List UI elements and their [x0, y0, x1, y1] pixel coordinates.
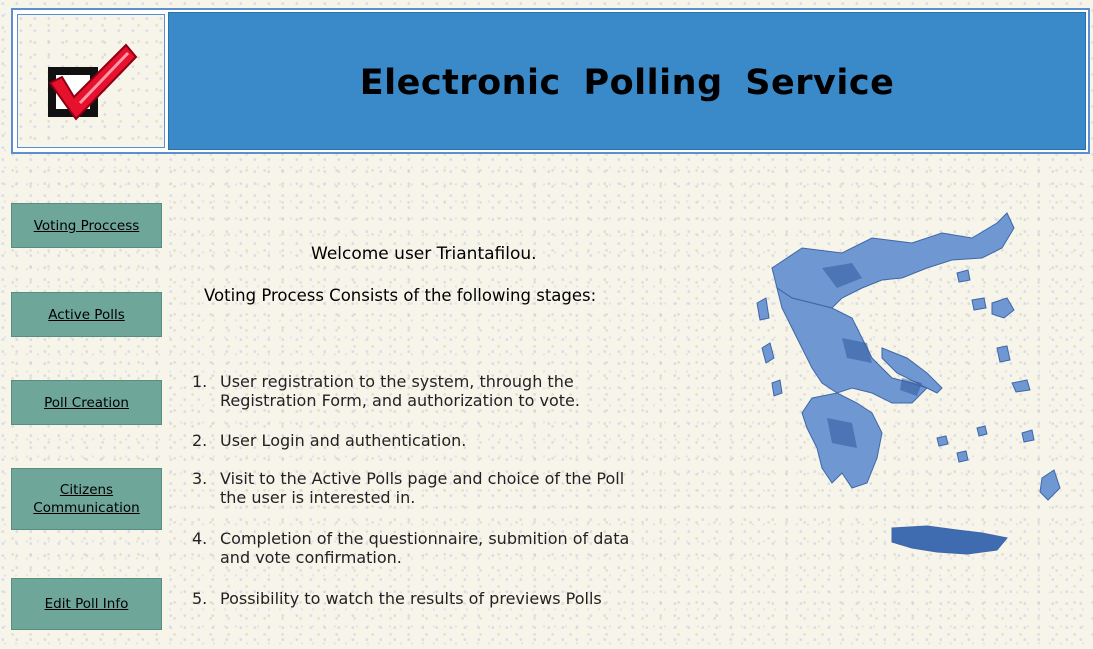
map-dodecanese [1021, 429, 1035, 443]
map-cyclades-3 [976, 425, 988, 437]
greece-map [756, 212, 1061, 555]
stage-item: 4. Completion of the questionnaire, submi… [192, 529, 732, 567]
nav-edit-poll-info-label: Edit Poll Info [44, 596, 129, 612]
nav-voting-process[interactable]: Voting Proccess [11, 203, 162, 248]
stage-item: 1. User registration to the system, throu… [192, 372, 732, 410]
stages-heading: Voting Process Consists of the following… [204, 286, 597, 305]
checkbox-checkmark-icon [48, 43, 138, 121]
nav-citizens-communication-label-2: Communication [33, 500, 140, 516]
stage-item: 2. User Login and authentication. [192, 431, 732, 450]
nav-active-polls[interactable]: Active Polls [11, 292, 162, 337]
nav-poll-creation[interactable]: Poll Creation [11, 380, 162, 425]
stage-number: 2. [192, 431, 208, 450]
stage-text-line1: User registration to the system, through… [220, 372, 574, 391]
map-chios [996, 345, 1011, 363]
map-cyclades-2 [956, 450, 969, 463]
stage-number: 3. [192, 469, 208, 488]
nav-citizens-communication[interactable]: Citizens Communication [11, 468, 162, 530]
stage-number: 4. [192, 529, 208, 548]
page-title: Electronic Polling Service [359, 63, 895, 103]
map-limnos [971, 297, 987, 311]
nav-voting-process-label: Voting Proccess [33, 217, 140, 234]
stage-text-line2: the user is interested in. [220, 488, 416, 507]
map-cyclades-1 [936, 435, 949, 447]
welcome-message: Welcome user Triantafilou. [311, 244, 537, 264]
stage-text-line2: Registration Form, and authorization to … [220, 391, 580, 410]
map-ionian-1 [761, 342, 775, 364]
nav-edit-poll-info[interactable]: Edit Poll Info [11, 578, 162, 630]
header-banner: Electronic Polling Service [11, 8, 1090, 154]
stage-text-line1: User Login and authentication. [220, 431, 467, 450]
nav-active-polls-label: Active Polls [48, 306, 125, 323]
map-lesbos [991, 297, 1015, 319]
map-ionian-2 [771, 379, 783, 397]
stage-text-line2: and vote confirmation. [220, 548, 402, 567]
map-samos [1011, 379, 1031, 393]
stage-item: 3. Visit to the Active Polls page and cho… [192, 469, 732, 507]
map-thasos [956, 269, 971, 283]
nav-citizens-communication-label-1: Citizens [59, 482, 114, 498]
stage-text-line1: Possibility to watch the results of prev… [220, 589, 602, 608]
nav-poll-creation-label: Poll Creation [44, 394, 129, 411]
stage-text-line1: Completion of the questionnaire, submiti… [220, 529, 630, 548]
map-northern-greece [771, 212, 1015, 309]
map-rhodes [1039, 469, 1061, 501]
stage-number: 5. [192, 589, 208, 608]
stage-number: 1. [192, 372, 208, 391]
map-corfu [756, 297, 770, 321]
stage-text-line1: Visit to the Active Polls page and choic… [220, 469, 625, 488]
map-crete [891, 525, 1008, 555]
logo-box [17, 14, 165, 148]
stage-item: 5. Possibility to watch the results of pr… [192, 589, 732, 608]
title-panel: Electronic Polling Service [168, 12, 1086, 150]
